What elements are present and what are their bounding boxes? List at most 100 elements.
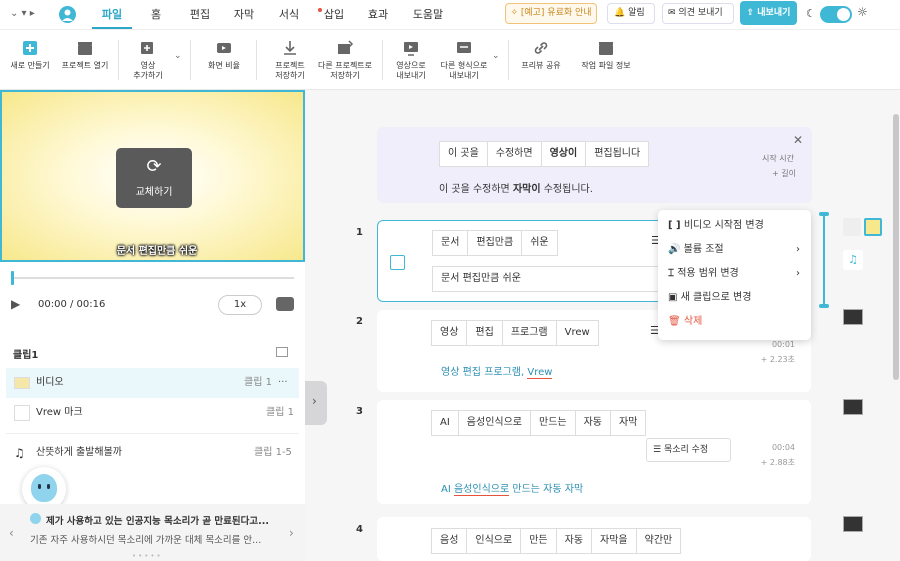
ctx-video-start[interactable]: [ ] 비디오 시작점 변경	[668, 214, 803, 238]
word-chip[interactable]: 인식으로	[466, 528, 522, 554]
clip-row[interactable]: Vrew 마크 클립 1	[6, 398, 299, 428]
word-chip[interactable]: 문서	[432, 230, 469, 256]
open-project-button[interactable]: 프로젝트 열기	[58, 30, 112, 90]
word-chip[interactable]: 자동	[555, 528, 593, 554]
theme-toggle[interactable]	[820, 6, 852, 23]
hint-chip-selected[interactable]: 영상이	[540, 141, 587, 167]
menu-help[interactable]: 도움말	[408, 0, 448, 30]
menu-subtitle[interactable]: 자막	[228, 0, 260, 30]
more-icon[interactable]: ···	[278, 368, 288, 398]
collapse-handle[interactable]: ›	[305, 381, 327, 425]
expand-icon[interactable]	[276, 347, 288, 357]
sentence-word-underlined[interactable]: 음성인식으로	[453, 484, 510, 496]
hint-chip[interactable]: 편집됩니다	[585, 141, 650, 167]
segment-sentence[interactable]: 영상 편집 프로그램, Vrew	[441, 363, 553, 379]
word-chip[interactable]: 음성인식으로	[457, 410, 531, 436]
avatar[interactable]	[59, 6, 76, 23]
new-project-button[interactable]: 새로 만들기	[6, 30, 54, 90]
video-clip-thumb-icon[interactable]	[864, 218, 882, 236]
menu-effects[interactable]: 효과	[362, 0, 394, 30]
save-as-button[interactable]: 다른 프로젝트로 저장하기	[316, 30, 374, 90]
speed-button[interactable]: 1x	[218, 295, 262, 315]
video-thumbnail-icon[interactable]	[843, 309, 863, 325]
word-chip[interactable]: 자막을	[591, 528, 637, 554]
word-chip[interactable]: 만드는	[530, 410, 576, 436]
feedback-button[interactable]: ✉ 의견 보내기	[662, 3, 734, 24]
aspect-ratio-button[interactable]: 화면 비율	[200, 30, 248, 90]
word-chip[interactable]: 약간만	[635, 528, 682, 554]
next-arrow-icon[interactable]: ›	[289, 526, 294, 540]
export-other-label-2: 내보내기	[449, 71, 479, 80]
word-chip[interactable]: 프로그램	[501, 320, 557, 346]
voice-edit-button[interactable]: ☰ 목소리 수정	[646, 438, 731, 462]
word-chip[interactable]: 자막	[610, 410, 647, 436]
sentence-word[interactable]: 만드는	[512, 484, 540, 495]
menu-edit[interactable]: 편집	[184, 0, 216, 30]
menu-insert[interactable]: 삽입	[318, 0, 350, 30]
chevron-down-icon[interactable]: ⌄	[492, 51, 500, 61]
window-controls-icon[interactable]: ⌄ ▾ ▸	[10, 8, 35, 19]
chevron-down-icon[interactable]: ⌄	[174, 51, 182, 61]
ctx-label: 적용 범위 변경	[677, 268, 739, 279]
clip-row[interactable]: 비디오 클립 1 ···	[6, 368, 299, 398]
clip-row[interactable]: ♫ 산뜻하게 출발해볼까 클립 1-5	[6, 438, 299, 468]
export-other-button[interactable]: 다른 형식으로 내보내기	[438, 30, 490, 90]
sentence-word[interactable]: AI	[441, 484, 451, 495]
word-chip[interactable]: AI	[431, 410, 459, 436]
gamepad-icon[interactable]	[276, 297, 294, 311]
hint-chip[interactable]: 이 곳을	[439, 141, 488, 167]
sentence-word-underlined[interactable]: Vrew	[527, 367, 553, 379]
word-chip[interactable]: 쉬운	[521, 230, 558, 256]
export-button[interactable]: ⇪ 내보내기	[740, 1, 797, 25]
video-preview[interactable]: ⟳ 교체하기 문서 편집만큼 쉬운	[0, 90, 305, 262]
segment-checkbox[interactable]	[390, 255, 405, 270]
segment-sentence[interactable]: AI 음성인식으로 만드는 자동 자막	[441, 480, 583, 496]
video-thumbnail-icon[interactable]	[843, 516, 863, 532]
word-chip[interactable]: Vrew	[555, 320, 599, 346]
subtitle-input[interactable]: 문서 편집만큼 쉬운	[432, 266, 672, 292]
segment-card-selected[interactable]: 문서 편집만큼 쉬운 ☰ 문서 편집만큼 쉬운	[377, 220, 672, 302]
ctx-range[interactable]: ⌶ 적용 범위 변경 ›	[668, 262, 803, 286]
prev-arrow-icon[interactable]: ‹	[9, 526, 14, 540]
export-video-button[interactable]: 영상으로 내보내기	[388, 30, 434, 90]
save-project-button[interactable]: 프로젝트 저장하기	[266, 30, 314, 90]
ctx-new-clip[interactable]: ▣ 새 클립으로 변경	[668, 286, 803, 310]
word-chip[interactable]: 자동	[574, 410, 612, 436]
segment-card[interactable]: 음성 인식으로 만든 자동 자막을 약간만	[377, 517, 811, 561]
menu-file[interactable]: 파일	[92, 0, 132, 30]
clip-range-bar[interactable]	[819, 212, 829, 308]
project-info-button[interactable]: 작업 파일 정보	[576, 30, 636, 90]
alerts-button[interactable]: 🔔 알림	[607, 3, 655, 24]
scrub-bar[interactable]	[12, 277, 294, 279]
sentence-word[interactable]: 편집	[463, 367, 481, 378]
ctx-delete[interactable]: 🗑 삭제	[668, 310, 803, 334]
word-chip[interactable]: 만든	[520, 528, 557, 554]
menu-home[interactable]: 홈	[140, 0, 172, 30]
ctx-volume[interactable]: 🔊 볼륨 조절 ›	[668, 238, 803, 262]
scrollbar[interactable]	[893, 114, 899, 380]
word-chip[interactable]: 편집만큼	[467, 230, 523, 256]
sentence-word[interactable]: 자동	[543, 484, 561, 495]
hint-chip[interactable]: 수정하면	[486, 141, 542, 167]
segment-card[interactable]: AI 음성인식으로 만드는 자동 자막 ☰ 목소리 수정 00:04 + 2.88초 A…	[377, 400, 811, 504]
notice-panel[interactable]: ‹ 제가 사용하고 있는 인공지능 목소리가 곧 만료된다고... 기존 자주 …	[0, 504, 305, 561]
video-thumbnail-icon[interactable]	[843, 399, 863, 415]
sentence-word[interactable]: 자막	[565, 484, 583, 495]
share-preview-button[interactable]: 프리뷰 공유	[516, 30, 566, 90]
promo-button[interactable]: ✧ [예고] 유료화 안내	[505, 3, 597, 24]
notice-body: 기존 자주 사용하시던 목소리에 가까운 대체 목소리를 안...	[30, 535, 262, 546]
music-clip-icon[interactable]: ♫	[843, 250, 863, 270]
word-chip[interactable]: 편집	[466, 320, 503, 346]
refresh-icon: ⟳	[146, 156, 162, 177]
word-chip[interactable]: 음성	[431, 528, 468, 554]
sentence-word[interactable]: 영상	[441, 367, 459, 378]
play-icon[interactable]: ▶	[11, 297, 20, 311]
word-chip[interactable]: 영상	[431, 320, 468, 346]
close-icon[interactable]: ✕	[793, 133, 803, 147]
blank-clip-thumb-icon[interactable]	[843, 218, 861, 236]
replace-button[interactable]: ⟳ 교체하기	[116, 148, 192, 208]
sentence-word[interactable]: 프로그램,	[484, 367, 524, 378]
add-video-button[interactable]: 영상 추가하기	[124, 30, 172, 90]
scrub-handle[interactable]	[11, 271, 14, 285]
menu-format[interactable]: 서식	[273, 0, 305, 30]
